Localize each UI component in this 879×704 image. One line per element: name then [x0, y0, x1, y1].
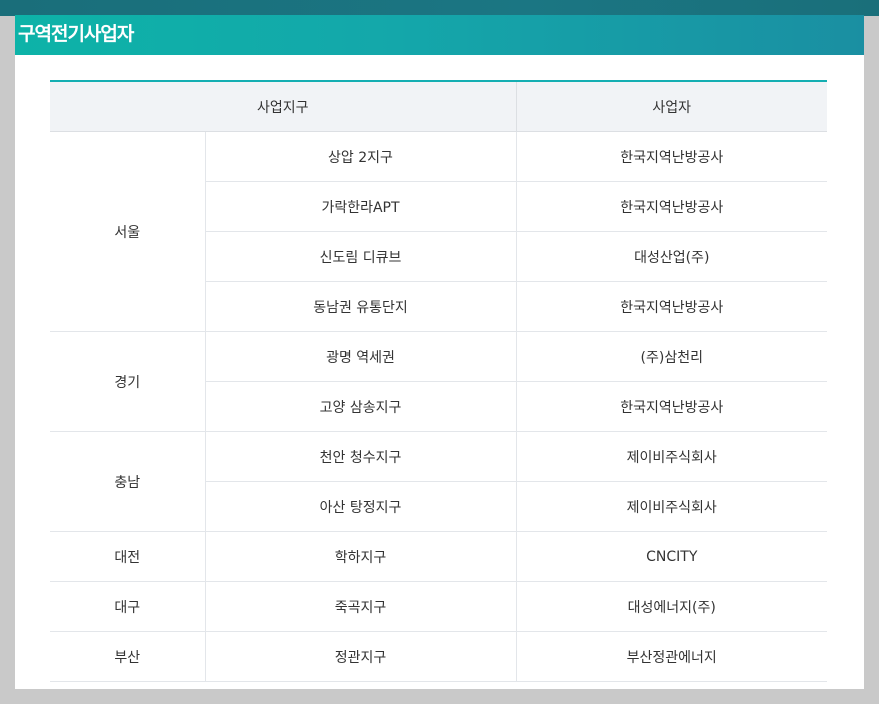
- table-row: 서울 상압 2지구 한국지역난방공사: [50, 131, 827, 332]
- table-row: 대구 죽곡지구 대성에너지(주): [50, 581, 827, 632]
- operator-cell: 제이비주식회사: [515, 431, 827, 482]
- district-cell: 천안 청수지구: [204, 431, 516, 482]
- region-cell: 대전: [50, 531, 206, 582]
- operator-cell: (주)삼천리: [515, 331, 827, 382]
- table-header-row: 사업지구 사업자: [50, 80, 827, 132]
- region-cell: 경기: [50, 331, 206, 432]
- district-cell: 학하지구: [204, 531, 516, 582]
- table-row: 부산 정관지구 부산정관에너지: [50, 631, 827, 682]
- region-cell: 부산: [50, 631, 206, 682]
- table-header: 사업지구 사업자: [50, 80, 827, 132]
- operator-cell: 한국지역난방공사: [515, 381, 827, 432]
- district-cell: 가락한라APT: [205, 181, 516, 232]
- header-district: 사업지구: [50, 80, 516, 132]
- district-cell: 고양 삼송지구: [205, 381, 516, 432]
- table-body: 서울 상압 2지구 한국지역난방공사 가락한라APT 한국지역난방공사 신도림 …: [50, 131, 827, 682]
- operator-cell: 한국지역난방공사: [515, 181, 827, 232]
- operator-table-container: 사업지구 사업자 서울 상압 2지구 한국지역난방공사 가락한라APT 한국지역…: [50, 80, 827, 682]
- table-row: 경기 광명 역세권 (주)삼천리: [50, 331, 827, 432]
- district-cell: 동남권 유통단지: [205, 281, 516, 332]
- operator-cell: 한국지역난방공사: [515, 131, 827, 182]
- content-panel: 구역전기사업자 사업지구 사업자 서울 상압 2지구 한국지역난방공사 가락한라…: [15, 15, 864, 689]
- operator-table: 사업지구 사업자 서울 상압 2지구 한국지역난방공사 가락한라APT 한국지역…: [50, 80, 827, 682]
- table-row: 대전 학하지구 CNCITY: [50, 531, 827, 582]
- district-cell: 죽곡지구: [204, 581, 516, 632]
- region-cell: 서울: [50, 131, 206, 332]
- district-cell: 광명 역세권: [204, 331, 516, 382]
- district-cell: 정관지구: [204, 631, 516, 682]
- window-top-strip: [0, 0, 879, 16]
- operator-cell: 한국지역난방공사: [515, 281, 827, 332]
- district-cell: 상압 2지구: [204, 131, 516, 182]
- region-cell: 대구: [50, 581, 206, 632]
- operator-cell: 제이비주식회사: [515, 481, 827, 532]
- district-cell: 아산 탕정지구: [205, 481, 516, 532]
- operator-cell: 부산정관에너지: [515, 631, 827, 682]
- region-cell: 충남: [50, 431, 206, 532]
- header-operator: 사업자: [515, 80, 827, 132]
- operator-cell: 대성산업(주): [515, 231, 827, 282]
- table-row: 충남 천안 청수지구 제이비주식회사: [50, 431, 827, 532]
- operator-cell: CNCITY: [515, 531, 827, 582]
- operator-cell: 대성에너지(주): [515, 581, 827, 632]
- page-title: 구역전기사업자: [18, 23, 134, 45]
- district-cell: 신도림 디큐브: [205, 231, 516, 282]
- title-bar: 구역전기사업자: [15, 15, 864, 55]
